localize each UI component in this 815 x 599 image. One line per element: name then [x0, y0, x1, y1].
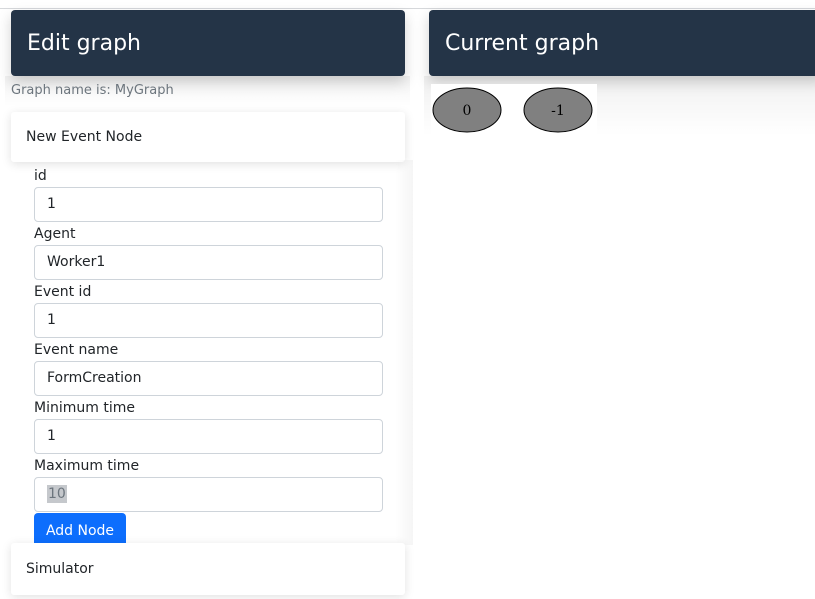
current-graph-header: Current graph [429, 10, 815, 76]
current-graph-title: Current graph [445, 30, 600, 56]
agent-input[interactable]: Worker1 [34, 245, 383, 280]
graph-node-minus-1[interactable]: -1 [523, 87, 593, 133]
event-name-input[interactable]: FormCreation [34, 361, 383, 396]
simulator-card[interactable]: Simulator [11, 543, 405, 595]
maximum-time-input[interactable]: 10 [34, 477, 383, 512]
graph-canvas[interactable]: 0 -1 [431, 84, 597, 136]
graph-name-text: Graph name is: MyGraph [11, 83, 174, 98]
edit-graph-title: Edit graph [27, 30, 141, 56]
event-id-input[interactable]: 1 [34, 303, 383, 338]
edit-graph-header: Edit graph [11, 10, 405, 76]
maximum-time-input-value: 10 [47, 485, 67, 503]
simulator-label: Simulator [26, 561, 94, 577]
minimum-time-input-value: 1 [47, 428, 56, 444]
minimum-time-input[interactable]: 1 [34, 419, 383, 454]
new-event-node-form: id 1 Agent Worker1 Event id 1 Event name… [34, 164, 384, 548]
event-name-input-value: FormCreation [47, 370, 142, 386]
event-id-input-value: 1 [47, 312, 56, 328]
event-id-label: Event id [34, 284, 92, 300]
graph-node-0[interactable]: 0 [432, 87, 502, 133]
id-input-value: 1 [47, 196, 56, 212]
event-name-label: Event name [34, 342, 119, 358]
panel-shadow [395, 160, 413, 545]
agent-input-value: Worker1 [47, 254, 106, 270]
new-event-node-label: New Event Node [26, 129, 143, 145]
id-input[interactable]: 1 [34, 187, 383, 222]
id-label: id [34, 168, 47, 184]
agent-label: Agent [34, 226, 76, 242]
new-event-node-card[interactable]: New Event Node [11, 112, 405, 162]
graph-node-minus-1-label: -1 [551, 103, 565, 119]
graph-node-0-label: 0 [463, 103, 472, 119]
minimum-time-label: Minimum time [34, 400, 135, 416]
top-divider [0, 8, 815, 9]
maximum-time-label: Maximum time [34, 458, 140, 474]
